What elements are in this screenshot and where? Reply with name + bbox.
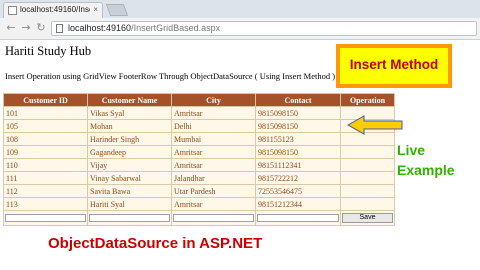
left-arrow-icon	[346, 115, 403, 135]
insert-method-label: Insert Method	[349, 57, 439, 72]
cell-city: Utar Pardesh	[171, 184, 256, 198]
page-subtitle: Insert Operation using GridView FooterRo…	[5, 71, 336, 81]
cell-customer-id: 112	[3, 184, 88, 198]
cell-operation	[340, 158, 395, 172]
url-text[interactable]: localhost:49160/InsertGridBased.aspx	[68, 23, 220, 33]
cell-contact: 981155123	[255, 132, 341, 146]
cell-city: Amritsar	[171, 197, 256, 211]
back-arrow-icon[interactable]: ←	[4, 21, 18, 35]
cell-customer-name: Harinder Singh	[87, 132, 172, 146]
contact-input[interactable]	[257, 214, 339, 222]
cell-customer-name: Vinay Sabarwal	[87, 171, 172, 185]
cell-city: Amritsar	[171, 145, 256, 159]
live-example-line-2: Example	[397, 162, 455, 178]
new-tab-button[interactable]	[105, 4, 129, 16]
table-row: 101 Vikas Syal Amritsar 9815098150	[3, 106, 395, 120]
footer-cell	[255, 210, 341, 226]
cell-operation	[340, 197, 395, 211]
cell-contact: 72553546475	[255, 184, 341, 198]
cell-operation	[340, 145, 395, 159]
cell-contact: 9815098150	[255, 145, 341, 159]
browser-tab-strip: localhost:49160/InsertGr ×	[0, 0, 480, 18]
column-header: City	[171, 93, 256, 107]
column-header: Customer ID	[3, 93, 88, 107]
table-row: 112 Savita Bawa Utar Pardesh 72553546475	[3, 184, 395, 198]
cell-city: Delhi	[171, 119, 256, 133]
forward-arrow-icon[interactable]: →	[19, 21, 33, 35]
cell-contact: 9815098150	[255, 119, 341, 133]
cell-operation	[340, 184, 395, 198]
column-header: Operation	[340, 93, 395, 107]
cell-customer-name: Gagandeep	[87, 145, 172, 159]
url-path: /InsertGridBased.aspx	[131, 23, 221, 33]
page-icon	[56, 24, 63, 33]
cell-contact: 98151112341	[255, 158, 341, 172]
cell-city: Amritsar	[171, 158, 256, 172]
cell-city: Jalandhar	[171, 171, 256, 185]
page-favicon-icon	[8, 6, 17, 15]
live-example-label: Live Example	[397, 140, 455, 180]
cell-customer-name: Mohan	[87, 119, 172, 133]
cell-contact: 9815098150	[255, 106, 341, 120]
objectdatasource-caption: ObjectDataSource in ASP.NET	[48, 235, 263, 252]
page-title: Hariti Study Hub	[5, 44, 92, 58]
cell-customer-name: Vikas Syal	[87, 106, 172, 120]
cell-customer-id: 113	[3, 197, 88, 211]
footer-cell	[171, 210, 256, 226]
address-bar[interactable]: localhost:49160/InsertGridBased.aspx	[51, 21, 477, 36]
save-button[interactable]: Save	[342, 213, 393, 223]
cell-operation	[340, 171, 395, 185]
footer-cell	[87, 210, 172, 226]
table-row: 108 Harinder Singh Mumbai 981155123	[3, 132, 395, 146]
insert-method-callout: Insert Method	[336, 44, 452, 88]
reload-icon[interactable]: ↻	[34, 21, 48, 35]
cell-city: Mumbai	[171, 132, 256, 146]
cell-customer-id: 105	[3, 119, 88, 133]
table-row: 113 Hariti Syal Amritsar 98151212344	[3, 197, 395, 211]
column-header: Customer Name	[87, 93, 172, 107]
cell-contact: 98151212344	[255, 197, 341, 211]
cell-customer-name: Vijay	[87, 158, 172, 172]
cell-customer-id: 110	[3, 158, 88, 172]
grid-footer-row: Save	[3, 210, 395, 226]
customer-gridview: Customer ID Customer Name City Contact O…	[3, 93, 395, 226]
tab-close-icon[interactable]: ×	[93, 5, 98, 14]
table-row: 109 Gagandeep Amritsar 9815098150	[3, 145, 395, 159]
table-row: 105 Mohan Delhi 9815098150	[3, 119, 395, 133]
browser-toolbar: ← → ↻ localhost:49160/InsertGridBased.as…	[0, 18, 480, 40]
customer-name-input[interactable]	[89, 214, 170, 222]
tab-title: localhost:49160/InsertGr	[20, 5, 90, 14]
cell-customer-name: Savita Bawa	[87, 184, 172, 198]
cell-customer-id: 108	[3, 132, 88, 146]
grid-header-row: Customer ID Customer Name City Contact O…	[3, 93, 395, 107]
browser-tab[interactable]: localhost:49160/InsertGr ×	[3, 2, 103, 18]
table-row: 110 Vijay Amritsar 98151112341	[3, 158, 395, 172]
city-input[interactable]	[173, 214, 254, 222]
cell-customer-id: 109	[3, 145, 88, 159]
cell-city: Amritsar	[171, 106, 256, 120]
table-row: 111 Vinay Sabarwal Jalandhar 9815722212	[3, 171, 395, 185]
live-example-line-1: Live	[397, 142, 426, 158]
customer-id-input[interactable]	[5, 214, 86, 222]
column-header: Contact	[255, 93, 341, 107]
footer-cell	[3, 210, 88, 226]
url-host: localhost:49160	[68, 23, 132, 33]
cell-customer-id: 111	[3, 171, 88, 185]
footer-cell: Save	[340, 210, 395, 226]
cell-customer-id: 101	[3, 106, 88, 120]
cell-customer-name: Hariti Syal	[87, 197, 172, 211]
cell-contact: 9815722212	[255, 171, 341, 185]
